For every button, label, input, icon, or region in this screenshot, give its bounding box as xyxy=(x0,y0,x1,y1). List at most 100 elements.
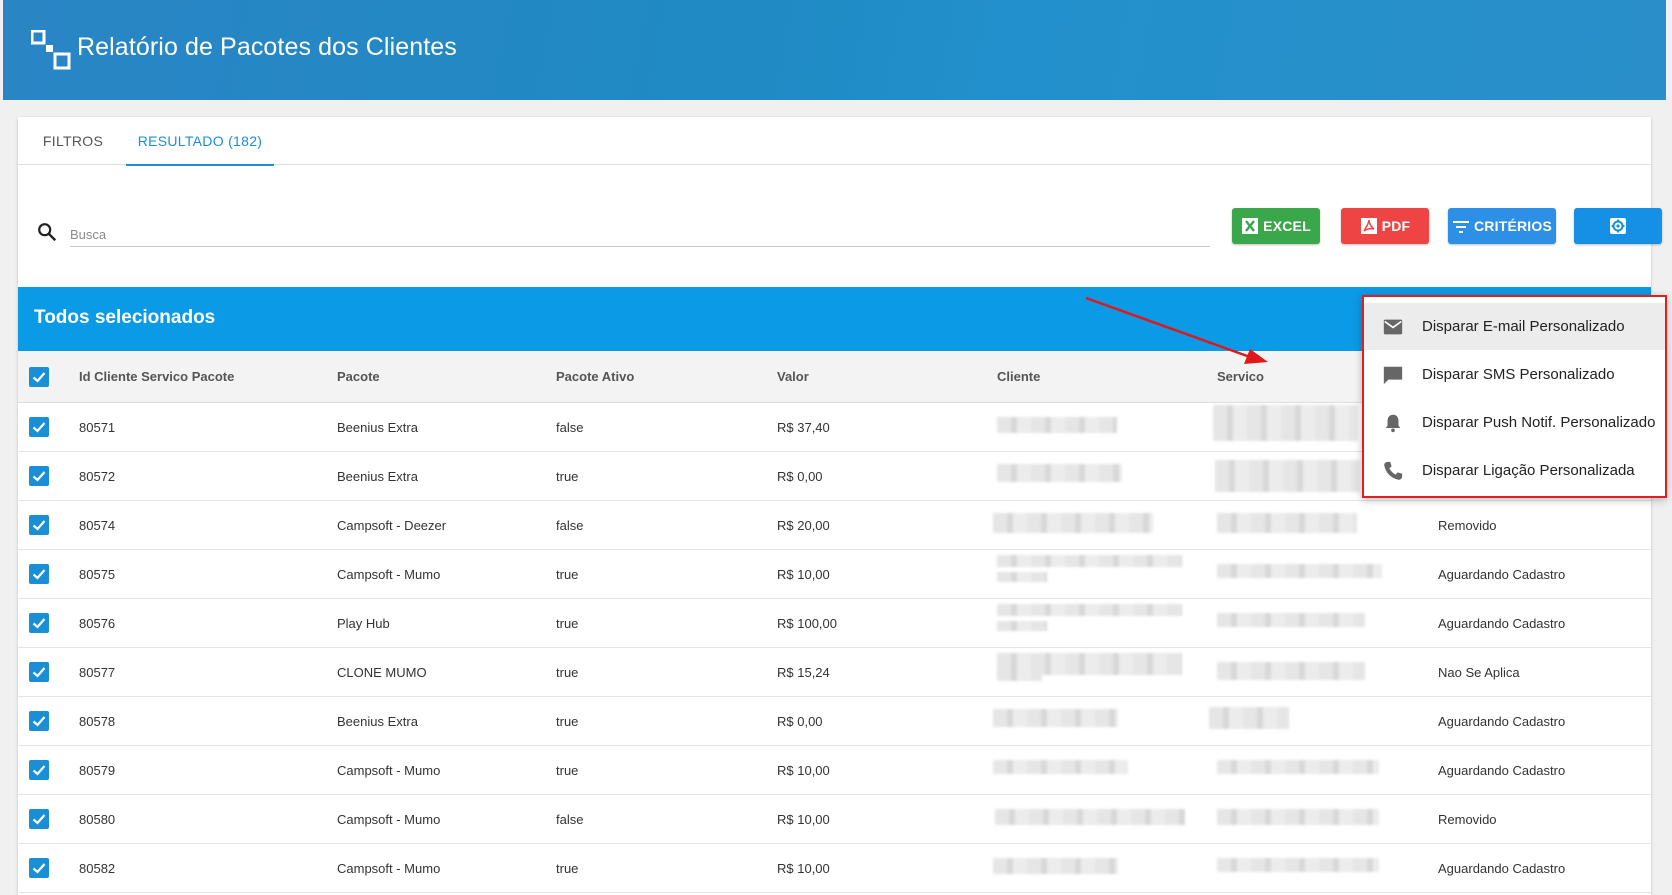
tab-filtros[interactable]: FILTROS xyxy=(18,117,128,165)
menu-item-label: Disparar E-mail Personalizado xyxy=(1422,318,1625,335)
tab-bar: FILTROS RESULTADO (182) xyxy=(18,117,1651,166)
cell-status: Removido xyxy=(1438,812,1497,827)
menu-item-email[interactable]: Disparar E-mail Personalizado xyxy=(1364,303,1665,350)
table-row[interactable]: 80576 Play Hub true R$ 100,00 Aguardando Cad… xyxy=(18,599,1651,648)
cell-status: Aguardando Cadastro xyxy=(1438,616,1566,631)
col-header-servico[interactable]: Servico xyxy=(1217,369,1264,384)
check-icon xyxy=(32,814,46,825)
cell-valor: R$ 10,00 xyxy=(777,763,830,778)
cell-pacote-ativo: true xyxy=(556,861,579,876)
cell-pacote-ativo: true xyxy=(556,763,579,778)
settings-button[interactable] xyxy=(1574,208,1662,244)
redacted-cliente xyxy=(997,604,1182,616)
menu-item-label: Disparar Ligação Personalizada xyxy=(1422,462,1635,479)
table-row[interactable]: 80574 Campsoft - Deezer false R$ 20,00 Remov… xyxy=(18,501,1651,550)
cell-pacote-ativo: true xyxy=(556,714,579,729)
app-header: Relatório de Pacotes dos Clientes xyxy=(3,0,1668,100)
cell-id: 80575 xyxy=(79,567,116,582)
cell-pacote-ativo: false xyxy=(556,812,584,827)
phone-icon xyxy=(1384,461,1403,480)
gear-icon xyxy=(1610,218,1626,234)
search-icon xyxy=(38,223,57,242)
menu-item-push[interactable]: Disparar Push Notif. Personalizado xyxy=(1364,399,1665,446)
cell-id: 80579 xyxy=(79,763,116,778)
pdf-button[interactable]: PDF xyxy=(1341,208,1429,244)
check-icon xyxy=(32,372,46,383)
check-icon xyxy=(32,716,46,727)
row-checkbox[interactable] xyxy=(29,515,49,535)
col-header-valor[interactable]: Valor xyxy=(777,369,809,384)
criteria-button[interactable]: CRITÉRIOS xyxy=(1448,208,1556,244)
row-checkbox[interactable] xyxy=(29,417,49,437)
tab-resultado[interactable]: RESULTADO (182) xyxy=(126,117,274,166)
row-checkbox[interactable] xyxy=(29,564,49,584)
cell-valor: R$ 0,00 xyxy=(777,714,823,729)
cell-status: Nao Se Aplica xyxy=(1438,665,1520,680)
filter-icon xyxy=(1452,221,1469,233)
cell-pacote: Campsoft - Mumo xyxy=(337,812,441,827)
cell-id: 80574 xyxy=(79,518,116,533)
table-row[interactable]: 80579 Campsoft - Mumo true R$ 10,00 Aguardan… xyxy=(18,746,1651,795)
redacted-servico xyxy=(1209,707,1289,729)
cell-valor: R$ 10,00 xyxy=(777,567,830,582)
row-checkbox[interactable] xyxy=(29,809,49,829)
row-checkbox[interactable] xyxy=(29,613,49,633)
row-checkbox[interactable] xyxy=(29,711,49,731)
cell-pacote-ativo: false xyxy=(556,518,584,533)
selection-label: Todos selecionados xyxy=(34,307,216,328)
cell-valor: R$ 10,00 xyxy=(777,861,830,876)
check-icon xyxy=(32,863,46,874)
cell-pacote: Beenius Extra xyxy=(337,714,418,729)
row-checkbox[interactable] xyxy=(29,760,49,780)
cell-status: Aguardando Cadastro xyxy=(1438,714,1566,729)
select-all-checkbox[interactable] xyxy=(29,367,49,387)
cell-id: 80577 xyxy=(79,665,116,680)
redacted-servico xyxy=(1217,564,1382,578)
check-icon xyxy=(32,667,46,678)
col-header-cliente[interactable]: Cliente xyxy=(997,369,1040,384)
cell-pacote: Campsoft - Mumo xyxy=(337,567,441,582)
table-row[interactable]: 80577 CLONE MUMO true R$ 15,24 Nao Se Aplica xyxy=(18,648,1651,697)
email-icon xyxy=(1383,319,1403,335)
row-checkbox[interactable] xyxy=(29,662,49,682)
menu-item-sms[interactable]: Disparar SMS Personalizado xyxy=(1364,351,1665,398)
search-input[interactable] xyxy=(70,217,1210,247)
col-header-pacote-ativo[interactable]: Pacote Ativo xyxy=(556,369,634,384)
cell-valor: R$ 20,00 xyxy=(777,518,830,533)
cell-pacote-ativo: true xyxy=(556,665,579,680)
check-icon xyxy=(32,520,46,531)
col-header-pacote[interactable]: Pacote xyxy=(337,369,380,384)
redacted-servico xyxy=(1217,760,1379,774)
excel-button[interactable]: EXCEL xyxy=(1232,208,1320,244)
cell-pacote: Campsoft - Deezer xyxy=(337,518,447,533)
cell-pacote: Beenius Extra xyxy=(337,420,418,435)
table-row[interactable]: 80580 Campsoft - Mumo false R$ 10,00 Removid… xyxy=(18,795,1651,844)
redacted-cliente xyxy=(997,464,1122,482)
row-checkbox[interactable] xyxy=(29,466,49,486)
cell-pacote: Campsoft - Mumo xyxy=(337,763,441,778)
pdf-label: PDF xyxy=(1381,218,1411,234)
cell-status: Aguardando Cadastro xyxy=(1438,763,1566,778)
cell-valor: R$ 15,24 xyxy=(777,665,830,680)
pdf-icon xyxy=(1360,218,1377,234)
cell-status: Aguardando Cadastro xyxy=(1438,861,1566,876)
menu-item-call[interactable]: Disparar Ligação Personalizada xyxy=(1364,447,1665,494)
cell-valor: R$ 0,00 xyxy=(777,469,823,484)
table-row[interactable]: 80575 Campsoft - Mumo true R$ 10,00 Aguardan… xyxy=(18,550,1651,599)
redacted-cliente xyxy=(993,513,1153,533)
col-header-id[interactable]: Id Cliente Servico Pacote xyxy=(79,369,234,384)
redacted-cliente xyxy=(997,572,1047,582)
cell-pacote: CLONE MUMO xyxy=(337,665,427,680)
cell-id: 80582 xyxy=(79,861,116,876)
redacted-cliente xyxy=(997,671,1042,681)
cell-pacote: Campsoft - Mumo xyxy=(337,861,441,876)
redacted-cliente xyxy=(993,760,1128,774)
row-checkbox[interactable] xyxy=(29,858,49,878)
table-row[interactable]: 80582 Campsoft - Mumo true R$ 10,00 Aguardan… xyxy=(18,844,1651,893)
redacted-cliente xyxy=(993,858,1118,874)
menu-item-label: Disparar SMS Personalizado xyxy=(1422,366,1615,383)
cell-pacote-ativo: false xyxy=(556,420,584,435)
check-icon xyxy=(32,471,46,482)
table-row[interactable]: 80578 Beenius Extra true R$ 0,00 Aguardando … xyxy=(18,697,1651,746)
cell-id: 80571 xyxy=(79,420,116,435)
